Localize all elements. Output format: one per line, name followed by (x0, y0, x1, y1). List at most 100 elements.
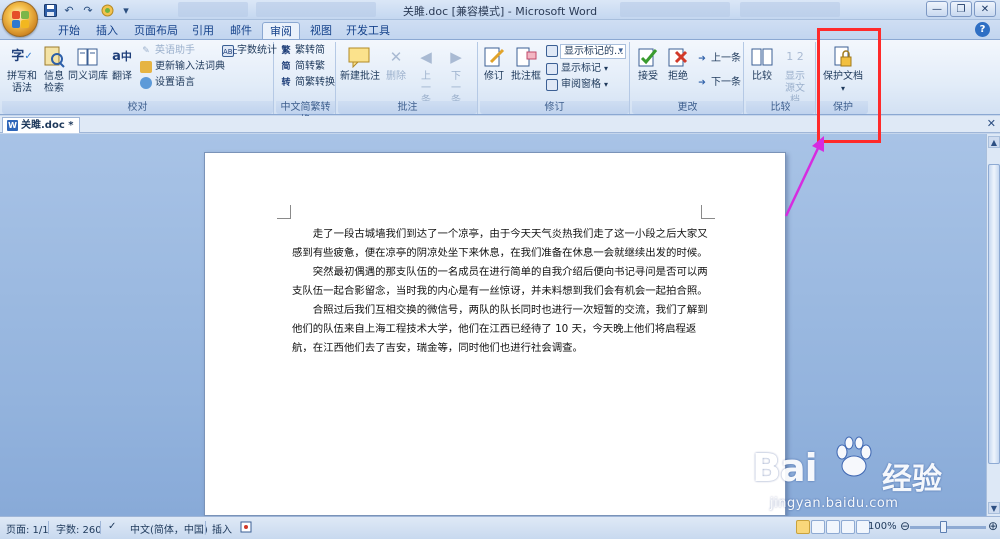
research-button[interactable]: 信息检索 (40, 44, 68, 95)
tab-insert[interactable]: 插入 (90, 22, 124, 39)
zoom-slider[interactable] (910, 526, 986, 529)
tab-developer[interactable]: 开发工具 (344, 22, 392, 39)
track-changes-button[interactable]: 修订 (482, 44, 506, 83)
next-change-icon: ➔ (698, 78, 706, 88)
zoom-level[interactable]: 100% (868, 521, 897, 532)
status-insert-mode[interactable]: 插入 (212, 521, 232, 536)
thesaurus-icon (76, 44, 100, 70)
convert-label: 简繁转换 (295, 77, 335, 88)
thesaurus-label: 同义词库 (68, 71, 108, 82)
display-mode-dropdown[interactable]: 显示标记的... (560, 44, 626, 59)
convert-button[interactable]: 转 简繁转换 (280, 76, 335, 90)
zoom-slider-knob[interactable] (940, 521, 947, 533)
proofing-status-icon[interactable]: ✓ (108, 521, 116, 532)
word-count-icon: ABC (222, 45, 237, 57)
set-language-button[interactable]: 设置语言 (140, 76, 195, 90)
prev-comment-button[interactable]: ◀ 上一条 (412, 44, 440, 107)
delete-comment-button[interactable]: ✕ 删除 (382, 44, 410, 83)
translate-tip-button[interactable]: ✎ 英语助手 (140, 44, 195, 58)
tab-review[interactable]: 审阅 (262, 22, 300, 39)
next-change-button[interactable]: ➔ 下一条 (696, 76, 741, 90)
accept-button[interactable]: 接受 (634, 44, 662, 83)
protect-dropdown-icon: ▾ (840, 84, 845, 93)
status-language[interactable]: 中文(简体，中国) (130, 521, 208, 536)
scroll-thumb[interactable] (988, 164, 1000, 464)
show-markup-icon (546, 63, 558, 75)
tab-mailings[interactable]: 邮件 (224, 22, 258, 39)
status-page[interactable]: 页面: 1/1 (6, 521, 49, 536)
reject-button[interactable]: 拒绝 (664, 44, 692, 83)
full-screen-reading-icon[interactable] (811, 520, 825, 534)
word-count-button[interactable]: ABC 字数统计 (222, 44, 277, 58)
show-source-button[interactable]: 1 2 显示源文档 (778, 44, 812, 107)
margin-corner-mark (701, 205, 715, 219)
paragraph: 突然最初偶遇的那支队伍的一名成员在进行简单的自我介绍后便向书记寻问是否可以两支队… (292, 266, 708, 297)
to-simplified-button[interactable]: 繁 繁转简 (280, 44, 325, 58)
group-proofing: 字✓ 拼写和语法 信息检索 同义词库 a中 翻译 ✎ 英语助手 更新输入法词典 (2, 42, 277, 114)
paragraph: 走了一段古城墙我们到达了一个凉亭，由于今天天气炎热我们走了这一小段之后大家又感到… (292, 228, 708, 259)
close-icon[interactable]: ✕ (974, 1, 996, 17)
review-pane-button[interactable]: 审阅窗格 ▾ (546, 78, 608, 92)
spelling-grammar-button[interactable]: 字 ✓ 拼写和语法 (4, 44, 40, 95)
scroll-up-icon[interactable]: ▲ (988, 136, 1000, 148)
office-button[interactable] (2, 1, 38, 37)
document-tab[interactable]: W 关雎.doc * (2, 117, 81, 133)
show-markup-button[interactable]: 显示标记 ▾ (546, 62, 608, 76)
minimize-icon[interactable]: — (926, 1, 948, 17)
update-ime-icon (140, 61, 152, 73)
update-ime-button[interactable]: 更新输入法词典 (140, 60, 225, 74)
track-changes-icon (482, 44, 506, 70)
next-change-label: 下一条 (711, 77, 741, 88)
status-separator (100, 521, 101, 534)
tab-home[interactable]: 开始 (52, 22, 86, 39)
group-label-changes: 更改 (632, 101, 743, 114)
review-pane-label: 审阅窗格 (561, 79, 601, 90)
outline-view-icon[interactable] (841, 520, 855, 534)
convert-icon: 转 (281, 78, 291, 88)
new-comment-button[interactable]: 新建批注 (340, 44, 380, 83)
group-protect: 保护文档 ▾ 保护 (818, 42, 868, 114)
status-bar: 页面: 1/1 字数: 260 ✓ 中文(简体，中国) 插入 100% ⊖ ⊕ (0, 516, 1000, 539)
balloons-button[interactable]: 批注框 (508, 44, 544, 83)
delete-comment-icon: ✕ (389, 48, 403, 66)
show-markup-label: 显示标记 (561, 63, 601, 74)
document-body[interactable]: 走了一段古城墙我们到达了一个凉亭，由于今天天气炎热我们走了这一小段之后大家又感到… (292, 225, 710, 358)
status-word-count[interactable]: 字数: 260 (56, 521, 102, 536)
vertical-scrollbar[interactable]: ▲ ▼ (986, 134, 1000, 516)
group-label-proofing: 校对 (2, 101, 273, 114)
document-page[interactable]: 走了一段古城墙我们到达了一个凉亭，由于今天天气炎热我们走了这一小段之后大家又感到… (204, 152, 786, 516)
translate-label: 翻译 (112, 71, 132, 82)
compare-button[interactable]: 比较 (748, 44, 776, 83)
zoom-out-icon[interactable]: ⊖ (900, 519, 910, 533)
document-close-icon[interactable]: ✕ (987, 117, 996, 130)
tab-view[interactable]: 视图 (304, 22, 338, 39)
thesaurus-button[interactable]: 同义词库 (68, 44, 108, 83)
word-count-label: 字数统计 (237, 45, 277, 56)
to-traditional-label: 简转繁 (295, 61, 325, 72)
protect-document-button[interactable]: 保护文档 ▾ (820, 44, 866, 95)
reject-icon (666, 44, 690, 70)
translate-button[interactable]: a中 翻译 (108, 44, 136, 83)
protect-document-icon (831, 44, 855, 70)
group-label-protect: 保护 (818, 101, 868, 114)
web-layout-view-icon[interactable] (826, 520, 840, 534)
to-traditional-button[interactable]: 简 简转繁 (280, 60, 325, 74)
help-icon[interactable]: ? (975, 22, 990, 37)
restore-icon[interactable]: ❐ (950, 1, 972, 17)
margin-corner-mark (277, 205, 291, 219)
next-comment-button[interactable]: ▶ 下一条 (442, 44, 470, 107)
scroll-down-icon[interactable]: ▼ (988, 502, 1000, 514)
prev-change-icon: ➔ (698, 54, 706, 64)
tab-references[interactable]: 引用 (186, 22, 220, 39)
spelling-icon: 字 ✓ (11, 49, 33, 64)
prev-comment-icon: ◀ (420, 48, 432, 66)
macro-record-icon[interactable] (240, 521, 252, 536)
accept-icon (636, 44, 660, 70)
zoom-in-icon[interactable]: ⊕ (988, 519, 998, 533)
spelling-label: 拼写和语法 (7, 71, 37, 94)
prev-change-button[interactable]: ➔ 上一条 (696, 52, 741, 66)
accept-label: 接受 (638, 71, 658, 82)
to-simplified-label: 繁转简 (295, 45, 325, 56)
tab-page-layout[interactable]: 页面布局 (132, 22, 180, 39)
print-layout-view-icon[interactable] (796, 520, 810, 534)
